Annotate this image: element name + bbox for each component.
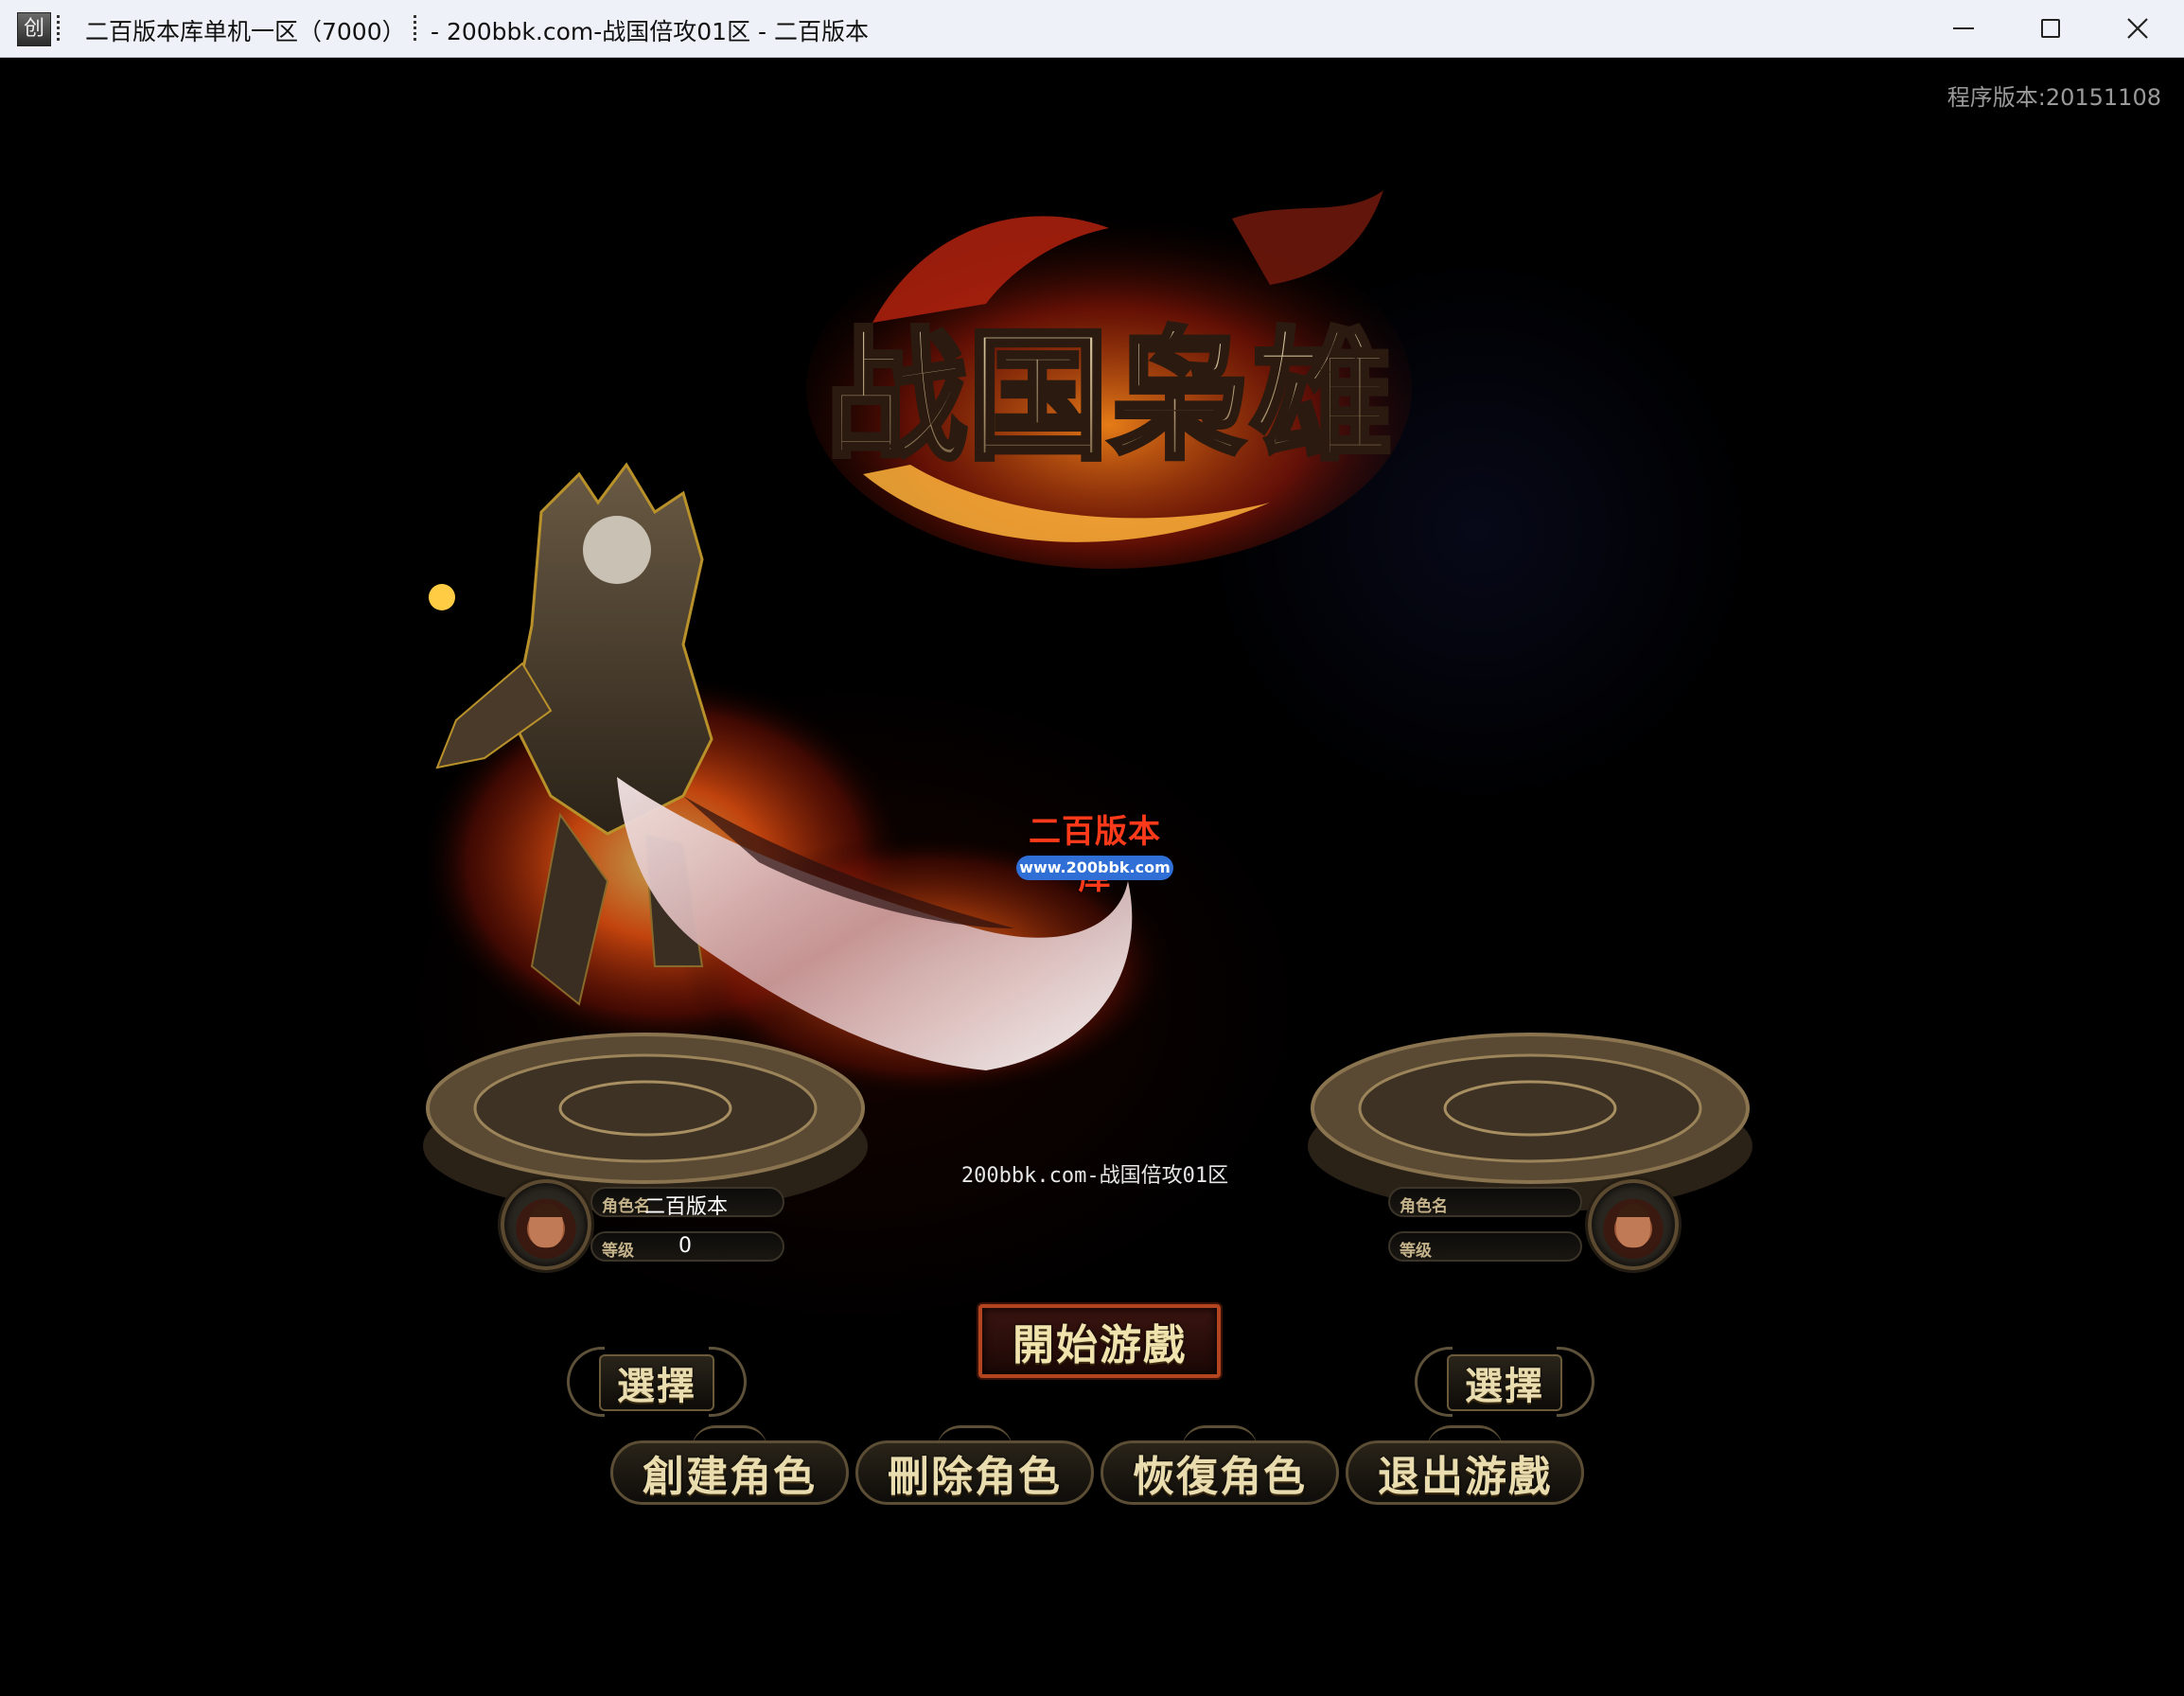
- action-button-plate: 創建角色: [610, 1440, 849, 1505]
- start-game-button[interactable]: 開始游戲: [978, 1304, 1221, 1378]
- action-button-plate: 退出游戲: [1346, 1440, 1584, 1505]
- select-label: 選擇: [617, 1364, 696, 1408]
- restore-character-label: 恢復角色: [1133, 1453, 1307, 1501]
- avatar: [1616, 1204, 1650, 1247]
- window-title-server: 二百版本库单机一区（7000）: [85, 18, 406, 45]
- character-portrait-right[interactable]: [1588, 1179, 1679, 1270]
- window-title-bar: 创 二百版本库单机一区（7000） - 200bbk.com-战国倍攻01区 -…: [0, 0, 2184, 58]
- minimize-button[interactable]: [1921, 0, 2006, 57]
- app-icon: 创: [17, 12, 51, 46]
- character-name-field-right: 角色名: [1388, 1187, 1582, 1217]
- delete-character-label: 刪除角色: [888, 1453, 1062, 1501]
- start-game-label: 開始游戲: [1013, 1321, 1187, 1369]
- restore-character-button[interactable]: 恢復角色: [1101, 1425, 1339, 1507]
- program-version-label: 程序版本:20151108: [1946, 84, 2161, 111]
- select-button-plate: 選擇: [599, 1354, 714, 1411]
- select-button-plate: 選擇: [1447, 1354, 1562, 1411]
- game-viewport: 程序版本:20151108 战国枭雄 二百版本 www.200bbk.com 2…: [2, 58, 2182, 1694]
- exit-game-label: 退出游戲: [1378, 1453, 1552, 1501]
- select-character-left-button[interactable]: 選擇: [567, 1347, 747, 1417]
- character-portrait-left[interactable]: [501, 1179, 591, 1270]
- character-level-label: 等级: [1400, 1242, 1432, 1261]
- character-name-field-left: 角色名 二百版本: [590, 1187, 784, 1219]
- ornament-wing: [709, 1347, 747, 1417]
- close-button[interactable]: [2095, 0, 2180, 57]
- character-level-field-right: 等级: [1388, 1231, 1582, 1262]
- select-character-right-button[interactable]: 選擇: [1415, 1347, 1594, 1417]
- character-name-label: 角色名: [602, 1197, 650, 1216]
- maximize-button[interactable]: [2008, 0, 2093, 57]
- watermark-title: 二百版本库: [1029, 813, 1161, 897]
- select-label: 選擇: [1465, 1364, 1544, 1408]
- action-button-plate: 刪除角色: [855, 1440, 1094, 1505]
- maximize-icon: [2041, 19, 2060, 38]
- character-name-value: 二百版本: [644, 1195, 729, 1219]
- window-title-game: - 200bbk.com-战国倍攻01区 - 二百版本: [431, 18, 869, 45]
- title-separator: [414, 15, 416, 42]
- action-button-plate: 恢復角色: [1101, 1440, 1339, 1505]
- title-separator: [57, 15, 60, 42]
- character-name-label: 角色名: [1400, 1197, 1448, 1216]
- exit-game-button[interactable]: 退出游戲: [1346, 1425, 1584, 1507]
- create-character-button[interactable]: 創建角色: [610, 1425, 849, 1507]
- avatar: [529, 1204, 563, 1247]
- character-level-field-left: 等级 0: [590, 1231, 784, 1262]
- character-level-value: 0: [678, 1234, 692, 1258]
- close-icon: [2127, 18, 2148, 39]
- watermark-url: www.200bbk.com: [1016, 856, 1173, 880]
- create-character-label: 創建角色: [643, 1453, 817, 1501]
- server-name-label: 200bbk.com-战国倍攻01区: [960, 1164, 1229, 1188]
- delete-character-button[interactable]: 刪除角色: [855, 1425, 1094, 1507]
- character-level-label: 等级: [602, 1242, 634, 1261]
- minimize-icon: [1953, 27, 1974, 29]
- ornament-wing: [1557, 1347, 1594, 1417]
